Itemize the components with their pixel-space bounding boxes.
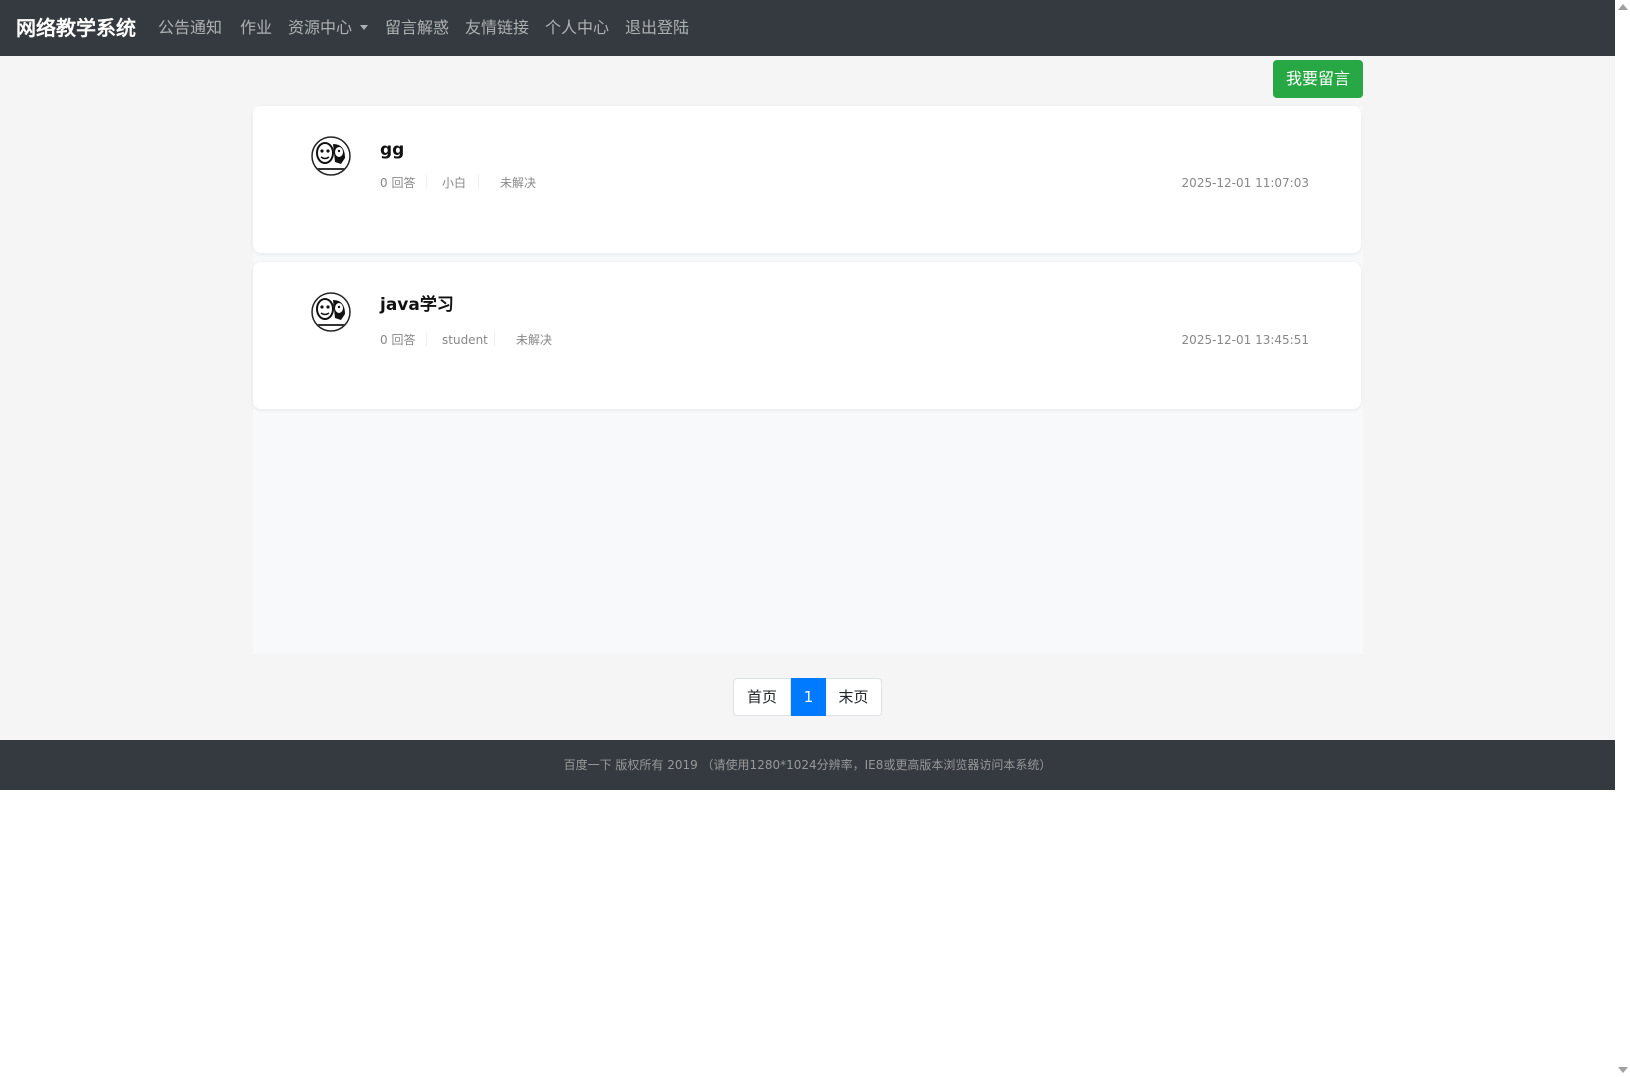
pagination: 首页 1 末页 — [733, 678, 882, 716]
question-author: 小白 — [442, 176, 467, 190]
footer: 百度一下 版权所有 2019 （请使用1280*1024分辨率，IE8或更高版本… — [0, 740, 1615, 790]
meta-divider — [426, 175, 427, 189]
site-brand[interactable]: 网络教学系统 — [16, 14, 136, 42]
page-1-button[interactable]: 1 — [791, 678, 826, 716]
question-date: 2025-12-01 11:07:03 — [1181, 176, 1309, 190]
answer-count: 0 回答 — [380, 333, 416, 347]
question-card[interactable]: java学习 0 回答 student 未解决 2025-12-01 13:45… — [253, 262, 1361, 409]
question-card[interactable]: gg 0 回答 小白 未解决 2025-12-01 11:07:03 — [253, 106, 1361, 253]
page: 网络教学系统 公告通知 作业 资源中心 留言解惑 友情链接 个人中心 退出登陆 … — [0, 0, 1615, 1077]
nav-friend-links[interactable]: 友情链接 — [465, 16, 529, 40]
post-message-button[interactable]: 我要留言 — [1273, 60, 1363, 98]
meta-divider — [494, 332, 495, 346]
nav-logout[interactable]: 退出登陆 — [625, 16, 689, 40]
first-page-button[interactable]: 首页 — [733, 678, 791, 716]
nav-resource-center-label: 资源中心 — [288, 18, 353, 37]
nav-message-board[interactable]: 留言解惑 — [385, 16, 449, 40]
footer-copyright: 百度一下 版权所有 2019 （请使用1280*1024分辨率，IE8或更高版本… — [563, 758, 1052, 772]
question-date: 2025-12-01 13:45:51 — [1181, 333, 1309, 347]
question-title[interactable]: java学习 — [380, 294, 454, 316]
meta-divider — [478, 175, 479, 189]
main-content: 我要留言 gg 0 回答 小白 未解决 2025-12-01 11:07:03 … — [0, 56, 1615, 740]
top-navbar: 网络教学系统 公告通知 作业 资源中心 留言解惑 友情链接 个人中心 退出登陆 — [0, 0, 1615, 56]
scroll-down-arrow-icon[interactable] — [1618, 1067, 1628, 1073]
nav-resource-center[interactable]: 资源中心 — [288, 16, 369, 40]
question-title[interactable]: gg — [380, 139, 404, 161]
scroll-up-arrow-icon[interactable] — [1618, 4, 1628, 10]
question-status: 未解决 — [500, 176, 537, 190]
vertical-scrollbar[interactable] — [1615, 0, 1630, 1077]
meme-face-avatar-icon — [311, 136, 351, 176]
nav-homework[interactable]: 作业 — [240, 16, 272, 40]
nav-announcements[interactable]: 公告通知 — [158, 16, 222, 40]
question-list: gg 0 回答 小白 未解决 2025-12-01 11:07:03 java学… — [253, 106, 1363, 654]
meta-divider — [426, 332, 427, 346]
nav-personal-center[interactable]: 个人中心 — [545, 16, 609, 40]
question-author: student — [442, 333, 488, 347]
last-page-button[interactable]: 末页 — [826, 678, 882, 716]
question-status: 未解决 — [516, 333, 553, 347]
meme-face-avatar-icon — [311, 292, 351, 332]
answer-count: 0 回答 — [380, 176, 416, 190]
chevron-down-icon — [360, 25, 369, 30]
